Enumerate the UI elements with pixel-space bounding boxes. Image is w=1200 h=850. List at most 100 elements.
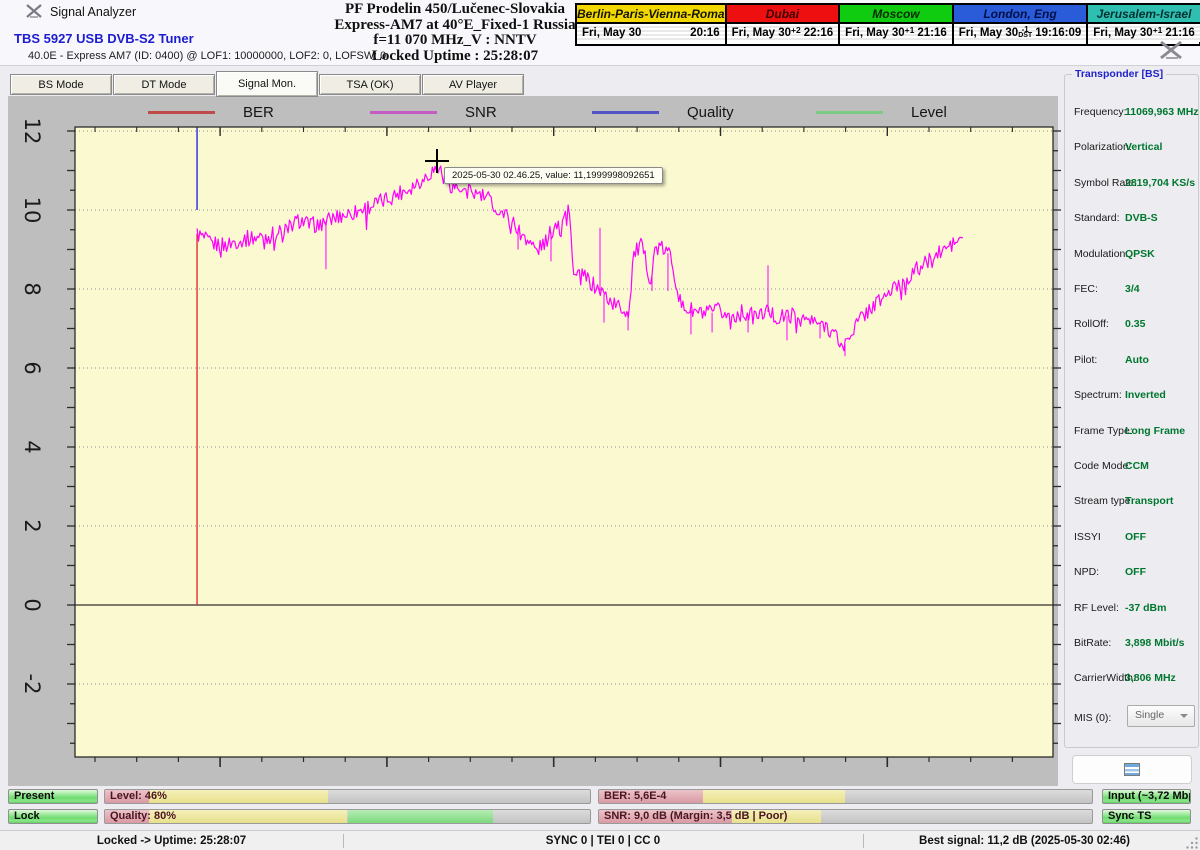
mis-dropdown[interactable]: Single: [1127, 705, 1195, 727]
window-title: Signal Analyzer: [50, 5, 136, 19]
clock-dubai: DubaiFri, May 30+222:16: [727, 5, 841, 44]
resize-grip[interactable]: [1186, 837, 1199, 850]
transponder-label: Pilot:: [1074, 354, 1097, 366]
transponder-value: 3,898 Mbit/s: [1125, 637, 1185, 649]
meter-zone: [149, 810, 348, 823]
transponder-row-rolloff-: RollOff: 0.35: [1065, 318, 1198, 332]
transponder-value: Auto: [1125, 354, 1149, 366]
transponder-value: OFF: [1125, 566, 1146, 578]
transponder-label: BitRate:: [1074, 637, 1111, 649]
clock-jerusalem-israel: Jerusalem-IsraelFri, May 30+121:16: [1088, 5, 1200, 44]
meter-zone: [348, 810, 494, 823]
transponder-label: RollOff:: [1074, 318, 1109, 330]
tuner-name: TBS 5927 USB DVB-S2 Tuner: [14, 31, 194, 46]
transponder-row-frame-type-: Frame Type:Long Frame: [1065, 425, 1198, 439]
status-best-signal: Best signal: 11,2 dB (2025-05-30 02:46): [863, 831, 1186, 850]
status-bar: Locked -> Uptime: 25:28:07 SYNC 0 | TEI …: [0, 830, 1200, 850]
transponder-value: QPSK: [1125, 248, 1155, 260]
chevron-down-icon: [1180, 714, 1188, 722]
transponder-value: Transport: [1125, 495, 1173, 507]
transponder-label: Modulation:: [1074, 248, 1128, 260]
chart-tooltip: 2025-05-30 02.46.25, value: 11,199999809…: [444, 167, 663, 184]
y-axis-label: 0: [20, 598, 44, 611]
y-axis-label: 4: [20, 440, 44, 453]
y-axis-label: 8: [20, 282, 44, 295]
transponder-value: CCM: [1125, 460, 1149, 472]
transponder-row-bitrate-: BitRate: 3,898 Mbit/s: [1065, 637, 1198, 651]
transponder-row-code-mode-: Code Mode:CCM: [1065, 460, 1198, 474]
clock-time-row: Fri, May 30-1DST19:16:09: [954, 24, 1087, 42]
signal-analyzer-window: Signal Analyzer TBS 5927 USB DVB-S2 Tune…: [0, 0, 1200, 850]
clock-berlin-paris-vienna-roma: Berlin-Paris-Vienna-RomaFri, May 3020:16: [577, 5, 727, 44]
clock-time-row: Fri, May 30+121:16: [840, 24, 952, 42]
transponder-value: Long Frame: [1125, 425, 1185, 437]
status-separator: [863, 834, 864, 848]
transponder-label: Standard:: [1074, 212, 1120, 224]
transponder-row-carrierwidth-: CarrierWidth:3,806 MHz: [1065, 672, 1198, 686]
tab-signal-mon-[interactable]: Signal Mon.: [216, 71, 318, 97]
input-bitrate-indicator: Input (~3,72 Mbps): [1102, 789, 1191, 804]
quality-meter-label: Quality: 80%: [110, 810, 176, 823]
clock-time-row: Fri, May 3020:16: [577, 24, 725, 42]
ber-meter: BER: 5,6E-4: [598, 789, 1093, 804]
app-antenna-icon: [26, 4, 42, 19]
transponder-value: DVB-S: [1125, 212, 1158, 224]
transponder-label: FEC:: [1074, 283, 1098, 295]
site-header-line4: Locked Uptime : 25:28:07: [295, 49, 615, 65]
transponder-row-standard-: Standard: DVB-S: [1065, 212, 1198, 226]
mis-dropdown-value: Single: [1135, 709, 1164, 721]
y-axis-label: -2: [20, 674, 44, 695]
tab-tsa-ok-[interactable]: TSA (OK): [319, 74, 421, 95]
tab-dt-mode[interactable]: DT Mode: [113, 74, 215, 95]
transponder-row-symbol-rate-: Symbol Rate:2819,704 KS/s: [1065, 177, 1198, 191]
transponder-value: Inverted: [1125, 389, 1166, 401]
tab-bs-mode[interactable]: BS Mode: [10, 74, 112, 95]
mis-label: MIS (0):: [1074, 712, 1111, 724]
site-header-line3: f=11 070 MHz_V : NNTV: [295, 33, 615, 49]
status-separator: [343, 834, 344, 848]
signal-chart[interactable]: BERSNRQualityLevel 121086420-2 2025-05-3…: [8, 96, 1058, 786]
clock-moscow: MoscowFri, May 30+121:16: [840, 5, 954, 44]
clock-city: Jerusalem-Israel: [1088, 5, 1200, 24]
title-bar: Signal Analyzer: [26, 4, 136, 19]
tab-av-player[interactable]: AV Player: [422, 74, 524, 95]
transponder-row-fec-: FEC: 3/4: [1065, 283, 1198, 297]
table-icon: [1124, 763, 1140, 776]
level-meter: Level: 46%: [104, 789, 591, 804]
transponder-row-polarization-: Polarization:Vertical: [1065, 141, 1198, 155]
transponder-value: 11069,963 MHz: [1125, 106, 1199, 118]
y-axis-label: 2: [20, 519, 44, 532]
transponder-value: 0.35: [1125, 318, 1145, 330]
present-indicator: Present: [8, 789, 98, 804]
site-header-line1: PF Prodelin 450/Lučenec-Slovakia: [295, 2, 615, 18]
y-axis-label: 12: [20, 118, 44, 145]
y-axis-label: 6: [20, 361, 44, 374]
transponder-label: Frame Type:: [1074, 425, 1133, 437]
transponder-label: RF Level:: [1074, 602, 1119, 614]
transponder-value: 3/4: [1125, 283, 1140, 295]
clock-city: Berlin-Paris-Vienna-Roma: [577, 5, 725, 24]
transponder-row-rf-level-: RF Level:-37 dBm: [1065, 602, 1198, 616]
status-sync-counters: SYNC 0 | TEI 0 | CC 0: [343, 831, 863, 850]
transponder-value: OFF: [1125, 531, 1146, 543]
transponder-row-issyi: ISSYI OFF: [1065, 531, 1198, 545]
transponder-value: Vertical: [1125, 141, 1162, 153]
clock-city: London, Eng: [954, 5, 1087, 24]
top-strip: Signal Analyzer TBS 5927 USB DVB-S2 Tune…: [0, 0, 1200, 66]
transponder-label: ISSYI: [1074, 531, 1101, 543]
status-uptime: Locked -> Uptime: 25:28:07: [0, 831, 343, 850]
transponder-row-spectrum-: Spectrum:Inverted: [1065, 389, 1198, 403]
transponder-row-modulation-: Modulation:QPSK: [1065, 248, 1198, 262]
y-axis-label: 10: [20, 197, 44, 224]
transponder-panel-title: Transponder [BS]: [1072, 68, 1166, 80]
transponder-panel: Transponder [BS] Frequency:11069,963 MHz…: [1064, 74, 1199, 748]
clock-city: Dubai: [727, 5, 839, 24]
transponder-row-frequency-: Frequency:11069,963 MHz: [1065, 106, 1198, 120]
lock-indicator: Lock: [8, 809, 98, 824]
transponder-row-stream-type-: Stream type:Transport: [1065, 495, 1198, 509]
ts-table-button[interactable]: [1072, 755, 1192, 784]
meter-zone: [149, 790, 328, 803]
transponder-label: Polarization:: [1074, 141, 1132, 153]
site-header-line2: Express-AM7 at 40°E_Fixed-1 Russia: [295, 18, 615, 34]
chart-plot[interactable]: 12 10 8 6 4 2 0 -2: [8, 96, 1058, 786]
